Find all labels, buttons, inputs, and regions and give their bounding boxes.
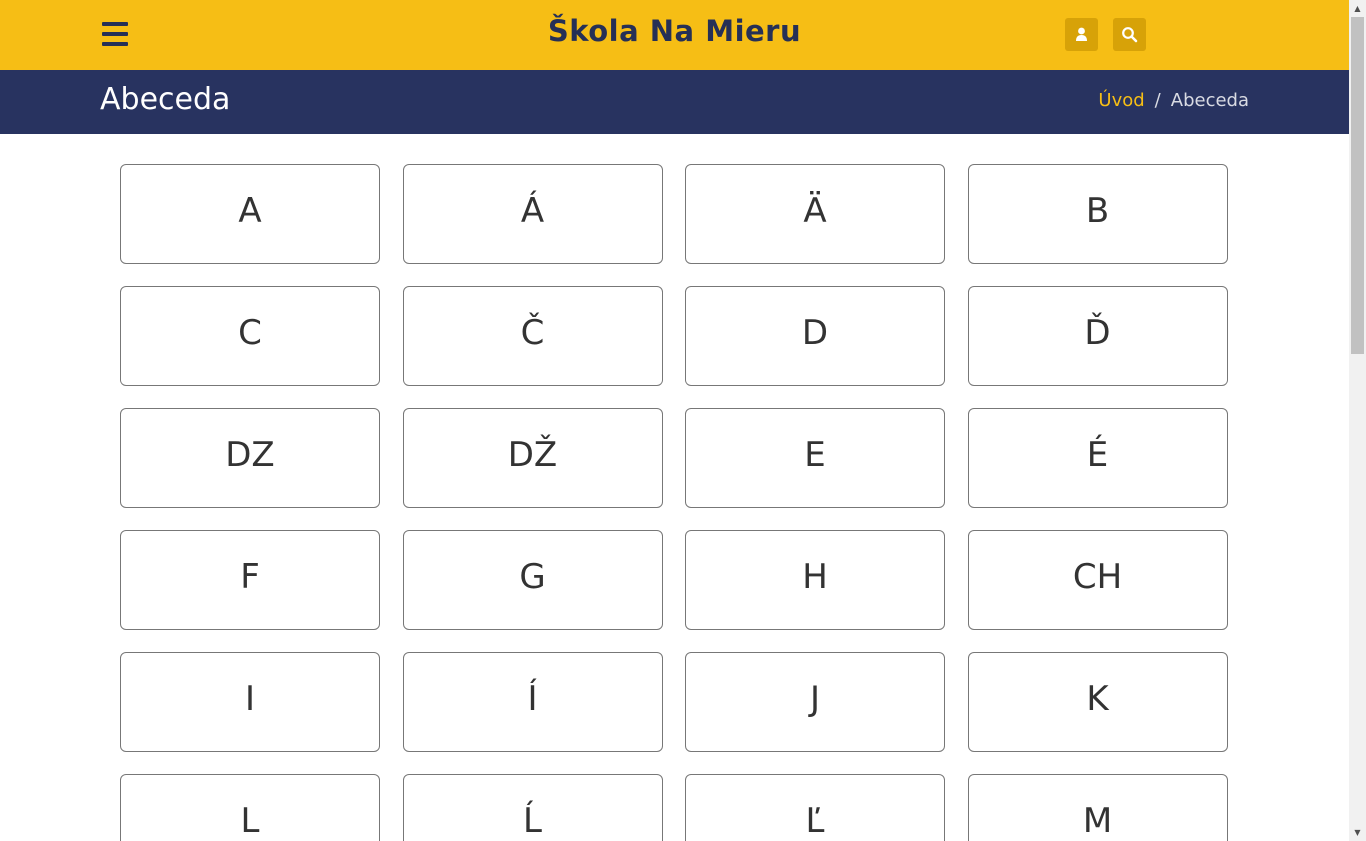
letter-tile[interactable]: A [120,164,380,264]
letter-tile[interactable]: DZ [120,408,380,508]
search-icon [1122,27,1138,43]
letter-tile[interactable]: J [685,652,945,752]
letter-tile[interactable]: D [685,286,945,386]
letter-tile[interactable]: H [685,530,945,630]
letter-tile[interactable]: Ď [967,286,1228,386]
page-title: Abeceda [100,82,231,117]
letter-tile[interactable]: CH [967,530,1228,630]
letter-tile[interactable]: K [967,652,1228,752]
letter-tile[interactable]: DŽ [402,408,663,508]
letter-tile[interactable]: G [402,530,663,630]
letter-tile[interactable]: É [967,408,1228,508]
site-title[interactable]: Škola Na Mieru [0,14,1349,48]
user-icon [1076,27,1087,41]
letter-tile[interactable]: I [120,652,380,752]
breadcrumb-home-link[interactable]: Úvod [1098,90,1144,111]
scroll-down-arrow-icon[interactable]: ▼ [1349,824,1366,841]
letter-tile[interactable]: F [120,530,380,630]
breadcrumb-current: Abeceda [1170,90,1249,111]
breadcrumb: Úvod / Abeceda [1098,90,1249,111]
user-button[interactable] [1065,18,1098,51]
letter-tile[interactable]: L [120,774,380,841]
letter-tile[interactable]: M [967,774,1228,841]
search-button[interactable] [1113,18,1146,51]
letter-tile[interactable]: Í [402,652,663,752]
letter-tile[interactable]: Č [402,286,663,386]
top-navbar: Škola Na Mieru [0,0,1349,70]
letter-tile[interactable]: C [120,286,380,386]
letter-tile[interactable]: Ä [685,164,945,264]
letter-tile[interactable]: Á [402,164,663,264]
scrollbar[interactable]: ▲ ▼ [1349,0,1366,841]
scroll-up-arrow-icon[interactable]: ▲ [1349,0,1366,17]
letter-tile[interactable]: Ĺ [402,774,663,841]
letter-tile[interactable]: B [967,164,1228,264]
scroll-thumb[interactable] [1351,17,1364,354]
page-header: Abeceda Úvod / Abeceda [0,70,1349,134]
letter-tile[interactable]: Ľ [685,774,945,841]
letter-tile[interactable]: E [685,408,945,508]
page: Škola Na Mieru Abeceda Úvod / Abeceda AÁÄB… [0,0,1349,841]
breadcrumb-separator: / [1154,90,1161,111]
